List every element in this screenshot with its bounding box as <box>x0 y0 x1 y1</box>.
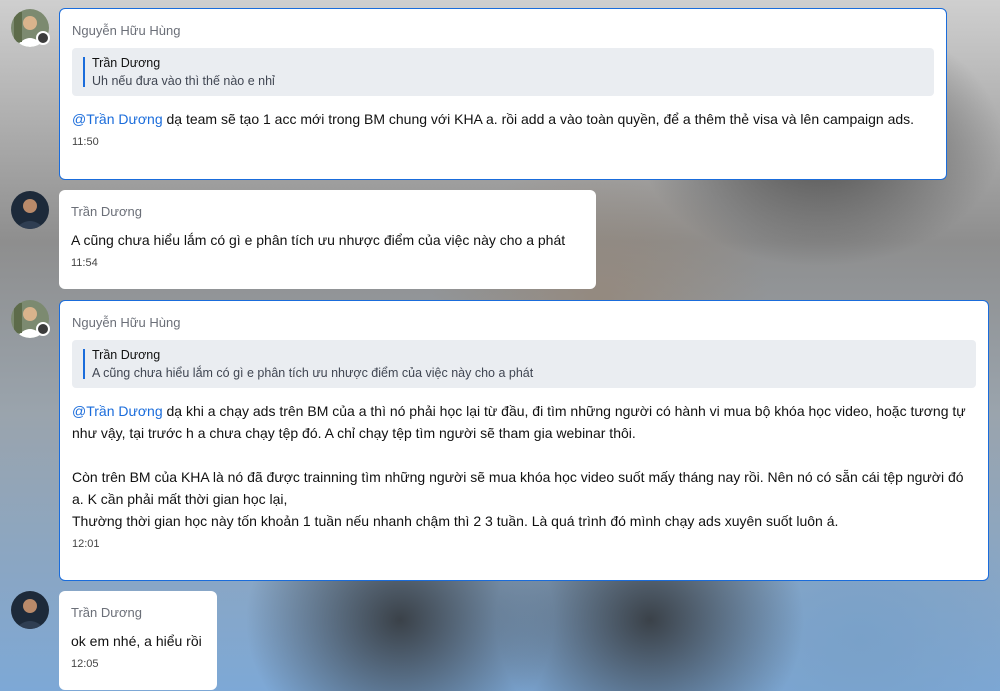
online-status-icon <box>36 322 50 336</box>
online-status-icon <box>36 31 50 45</box>
quote-text: Uh nếu đưa vào thì thế nào e nhỉ <box>92 74 275 88</box>
message-paragraph: Còn trên BM của KHA là nó đã được trainn… <box>72 469 964 507</box>
message-time: 12:01 <box>72 538 100 550</box>
message-text: @Trần Dương dạ team sẽ tạo 1 acc mới tro… <box>72 108 934 130</box>
avatar-tran-duong[interactable] <box>11 191 49 229</box>
message-text: @Trần Dương dạ khi a chạy ads trên BM củ… <box>72 400 976 532</box>
message-time: 11:50 <box>72 136 99 148</box>
message-body: ok em nhé, a hiểu rồi <box>71 633 202 649</box>
sender-name: Nguyễn Hữu Hùng <box>72 23 181 38</box>
mention-link[interactable]: @Trần Dương <box>72 403 163 419</box>
sender-name: Trần Dương <box>71 605 142 620</box>
quote-text: A cũng chưa hiểu lắm có gì e phân tích ư… <box>92 366 534 380</box>
message-paragraph: @Trần Dương dạ khi a chạy ads trên BM củ… <box>72 400 976 444</box>
message-body: dạ khi a chạy ads trên BM của a thì nó p… <box>72 403 966 441</box>
quoted-message[interactable]: Trần Dương A cũng chưa hiểu lắm có gì e … <box>72 340 976 388</box>
quote-sender: Trần Dương <box>92 56 161 70</box>
avatar-tran-duong[interactable] <box>11 591 49 629</box>
message-time: 12:05 <box>71 658 99 670</box>
mention-link[interactable]: @Trần Dương <box>72 111 163 127</box>
message-bubble[interactable]: Trần Dương ok em nhé, a hiểu rồi 12:05 <box>59 591 217 690</box>
quoted-message[interactable]: Trần Dương Uh nếu đưa vào thì thế nào e … <box>72 48 934 96</box>
message-bubble[interactable]: Nguyễn Hữu Hùng Trần Dương Uh nếu đưa và… <box>59 8 947 180</box>
sender-name: Nguyễn Hữu Hùng <box>72 315 181 330</box>
message-paragraph: Thường thời gian học này tốn khoản 1 tuầ… <box>72 513 839 529</box>
quote-bar <box>83 57 85 87</box>
message-body: A cũng chưa hiểu lắm có gì e phân tích ư… <box>71 232 566 248</box>
message-body: dạ team sẽ tạo 1 acc mới trong BM chung … <box>162 111 915 127</box>
message-bubble[interactable]: Trần Dương A cũng chưa hiểu lắm có gì e … <box>59 190 596 289</box>
message-time: 11:54 <box>71 257 98 269</box>
message-bubble[interactable]: Nguyễn Hữu Hùng Trần Dương A cũng chưa h… <box>59 300 989 581</box>
sender-name: Trần Dương <box>71 204 142 219</box>
quote-sender: Trần Dương <box>92 348 161 362</box>
quote-bar <box>83 349 85 379</box>
